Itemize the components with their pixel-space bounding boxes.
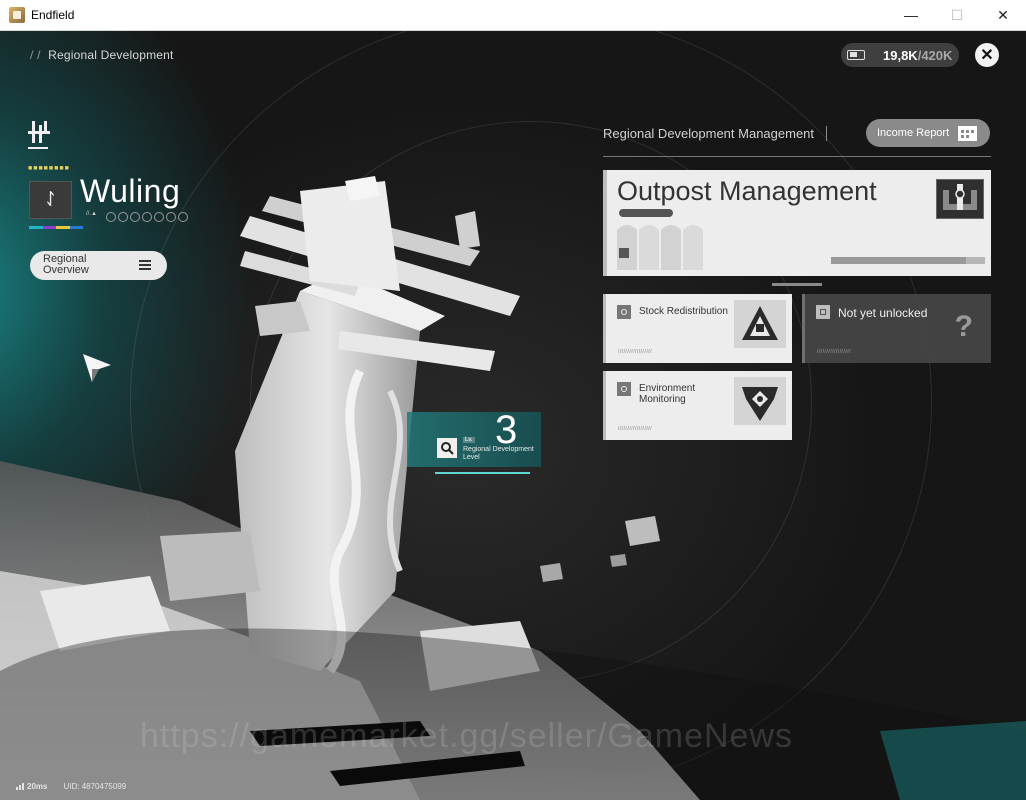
close-menu-button[interactable]: ✕ — [975, 43, 999, 67]
region-icon: ᛇ — [29, 181, 72, 219]
currency-max: /420K — [917, 47, 953, 63]
region-sublabel: //.▲ — [86, 211, 97, 217]
progress-circle — [130, 212, 140, 222]
app-icon — [9, 7, 25, 23]
income-report-button[interactable]: Income Report — [866, 119, 990, 147]
management-title: Regional Development Management — [603, 126, 815, 141]
region-rank-dots: ■■■■■■■■ — [28, 165, 70, 172]
regional-overview-label: Regional Overview — [43, 253, 89, 276]
minimize-button[interactable]: — — [888, 0, 934, 30]
card-footer-code: ////////////////// — [817, 349, 852, 355]
currency-value: 19,8K — [883, 47, 918, 63]
signal-icon — [16, 783, 24, 790]
income-report-label: Income Report — [877, 127, 950, 139]
game-viewport: / / Regional Development 19,8K /420K ✕ ■… — [0, 31, 1026, 800]
window-titlebar: Endfield — ☐ ✕ — [0, 0, 1026, 31]
progress-circle — [166, 212, 176, 222]
level-underline — [435, 472, 530, 474]
close-window-button[interactable]: ✕ — [980, 0, 1026, 30]
environment-monitoring-label: Environment Monitoring — [639, 383, 696, 405]
outpost-progress-cap — [966, 257, 985, 264]
ping-value: 20ms — [27, 782, 48, 791]
progress-circle — [154, 212, 164, 222]
level-number: 3 — [495, 408, 518, 452]
outpost-progress-bar — [831, 257, 985, 264]
locked-feature-label: Not yet unlocked — [838, 306, 928, 320]
stock-redistribution-label: Stock Redistribution — [639, 306, 728, 317]
stock-icon — [617, 305, 631, 319]
title-divider — [826, 126, 827, 141]
card-footer-code: ////////////////// — [618, 426, 653, 432]
breadcrumb: / / Regional Development — [30, 48, 174, 62]
window-title: Endfield — [31, 8, 75, 22]
search-icon[interactable] — [437, 438, 457, 458]
outpost-tag — [619, 209, 673, 217]
question-mark-icon: ? — [954, 310, 973, 343]
progress-circle — [118, 212, 128, 222]
map-cursor-icon — [83, 354, 111, 382]
calendar-icon — [958, 126, 977, 141]
outpost-pattern — [617, 225, 703, 270]
outpost-management-card[interactable]: Outpost Management — [603, 170, 991, 276]
progress-circle — [178, 212, 188, 222]
progress-circle — [142, 212, 152, 222]
watermark-text: https://gamemarket.gg/seller/GameNews — [140, 717, 794, 755]
user-uid: UID: 4870475099 — [63, 782, 127, 791]
breadcrumb-slashes: / / — [30, 48, 41, 62]
battery-icon — [847, 50, 865, 60]
colorbar-segment — [69, 226, 83, 229]
status-bar: 20ms UID: 4870475099 — [16, 782, 126, 791]
progress-circle — [106, 212, 116, 222]
management-divider — [603, 156, 991, 157]
maximize-button[interactable]: ☐ — [934, 0, 980, 30]
environment-monitoring-card[interactable]: Environment Monitoring /////////////////… — [603, 371, 792, 440]
development-level-widget[interactable]: Lv. Regional Development Level 3 — [407, 408, 541, 467]
outpost-management-title: Outpost Management — [617, 176, 877, 206]
colorbar-segment — [56, 226, 70, 229]
region-progress-circles — [106, 209, 190, 227]
breadcrumb-label: Regional Development — [48, 48, 174, 62]
locked-feature-card[interactable]: Not yet unlocked ? ////////////////// — [802, 294, 991, 363]
stock-redistribution-art-icon — [734, 300, 786, 348]
region-name: Wuling — [80, 173, 181, 209]
region-colorbar — [29, 226, 83, 229]
environment-monitoring-art-icon — [734, 377, 786, 425]
lock-icon — [816, 305, 830, 319]
stock-redistribution-card[interactable]: Stock Redistribution ////////////////// — [603, 294, 792, 363]
environment-icon — [617, 382, 631, 396]
level-lv-label: Lv. — [463, 437, 475, 443]
menu-icon — [139, 260, 151, 270]
outpost-art-icon — [936, 179, 984, 219]
scroll-indicator — [772, 283, 822, 286]
region-emblem-icon — [28, 121, 50, 149]
card-footer-code: ////////////////// — [618, 349, 653, 355]
colorbar-segment — [29, 226, 43, 229]
currency-display[interactable]: 19,8K /420K — [841, 43, 959, 67]
regional-overview-button[interactable]: Regional Overview — [30, 251, 167, 280]
colorbar-segment — [42, 226, 56, 229]
